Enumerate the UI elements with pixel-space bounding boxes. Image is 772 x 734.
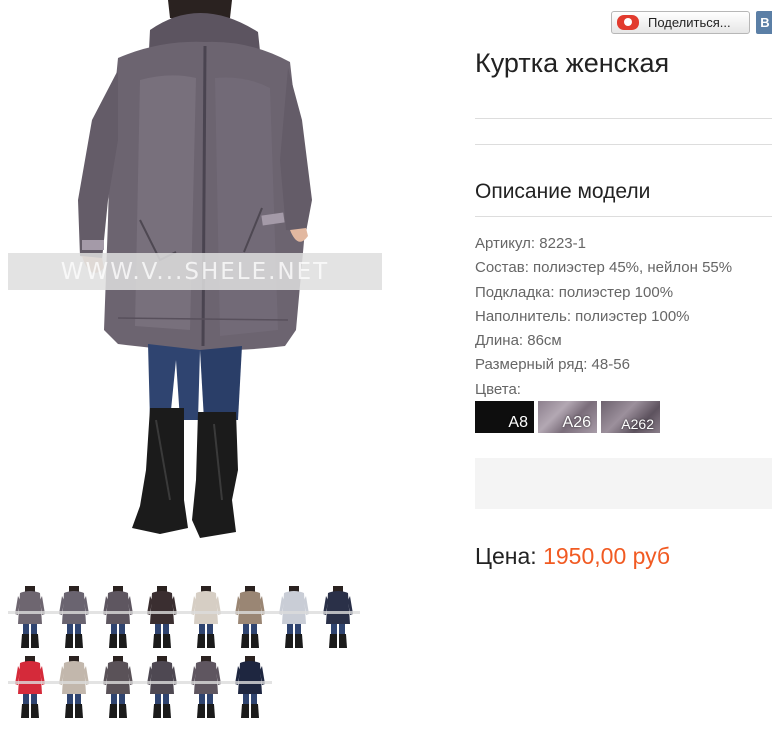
share-label: Поделиться... <box>648 15 731 30</box>
thumbnail-row-2 <box>8 654 368 720</box>
product-thumbnail[interactable] <box>184 654 228 720</box>
divider <box>475 118 772 119</box>
color-swatch-a262[interactable]: A262 <box>601 401 660 433</box>
spec-filling: Наполнитель: полиэстер 100% <box>475 307 690 325</box>
product-thumbnail[interactable] <box>272 584 316 650</box>
share-button[interactable]: Поделиться... <box>611 11 750 34</box>
product-thumbnail[interactable] <box>228 654 272 720</box>
price-label: Цена: <box>475 543 537 569</box>
share-icon <box>617 15 639 30</box>
product-thumbnail[interactable] <box>228 584 272 650</box>
color-swatches: A8 A26 A262 <box>475 401 664 433</box>
product-title: Куртка женская <box>475 48 670 78</box>
vk-share-icon[interactable]: В <box>756 11 772 34</box>
product-specs: Артикул: 8223-1 Состав: полиэстер 45%, н… <box>475 232 732 402</box>
color-swatch-a26[interactable]: A26 <box>538 401 597 433</box>
divider <box>475 216 772 217</box>
product-thumbnail[interactable] <box>96 584 140 650</box>
divider <box>475 144 772 145</box>
product-thumbnail[interactable] <box>184 584 228 650</box>
spec-article: Артикул: 8223-1 <box>475 235 586 252</box>
description-heading: Описание модели <box>475 180 651 203</box>
product-thumbnail[interactable] <box>316 584 360 650</box>
swatch-label: A26 <box>562 414 591 431</box>
spec-colors-label: Цвета: <box>475 380 521 398</box>
color-swatch-a8[interactable]: A8 <box>475 401 534 433</box>
price-value: 1950,00 руб <box>543 543 671 569</box>
thumbnail-gallery <box>8 584 368 724</box>
product-thumbnail[interactable] <box>52 584 96 650</box>
spec-composition: Состав: полиэстер 45%, нейлон 55% <box>475 259 733 277</box>
product-thumbnail[interactable] <box>96 654 140 720</box>
price: Цена: 1950,00 руб <box>475 543 670 570</box>
watermark-band: WWW.V...SHELE.NET <box>8 253 382 290</box>
spec-size-range: Размерный ряд: 48-56 <box>475 356 630 374</box>
spec-lining: Подкладка: полиэстер 100% <box>475 283 674 301</box>
spec-length: Длина: 86см <box>475 332 562 350</box>
watermark-text: WWW.V...SHELE.NET <box>60 258 330 285</box>
product-thumbnail[interactable] <box>8 584 52 650</box>
thumbnail-row-1 <box>8 584 368 650</box>
order-panel <box>475 458 772 509</box>
swatch-label: A262 <box>621 416 654 432</box>
product-thumbnail[interactable] <box>140 584 184 650</box>
product-thumbnail[interactable] <box>140 654 184 720</box>
main-product-photo: WWW.V...SHELE.NET <box>0 0 400 570</box>
product-thumbnail[interactable] <box>52 654 96 720</box>
swatch-label: A8 <box>508 414 528 431</box>
product-thumbnail[interactable] <box>8 654 52 720</box>
